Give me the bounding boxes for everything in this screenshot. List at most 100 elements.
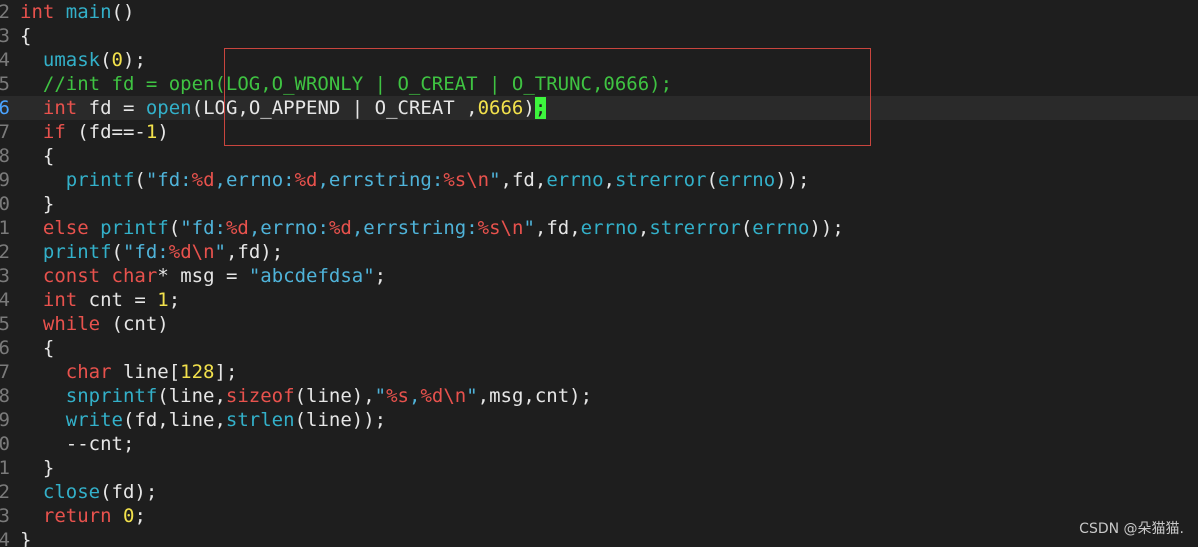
line-number: 4	[0, 529, 10, 547]
code-text[interactable]: while (cnt)	[20, 312, 169, 336]
code-token: if	[42, 121, 66, 143]
code-text[interactable]: char line[128];	[20, 360, 238, 384]
code-token: }	[20, 193, 55, 215]
code-line[interactable]: 2 close(fd);	[0, 480, 1198, 504]
code-token: //int fd = open(LOG,O_WRONLY | O_CREAT |…	[20, 73, 673, 95]
code-line[interactable]: 7 char line[128];	[0, 360, 1198, 384]
code-token: --cnt;	[20, 433, 135, 455]
code-token: int	[20, 1, 55, 23]
code-token: )	[523, 97, 535, 119]
code-token: main	[65, 1, 112, 23]
code-text[interactable]: {	[20, 144, 54, 168]
code-text[interactable]: printf("fd:%d,errno:%d,errstring:%s\n",f…	[20, 168, 810, 192]
line-number: 0	[0, 193, 10, 215]
code-text[interactable]: int cnt = 1;	[20, 288, 180, 312]
code-token: * msg =	[157, 265, 249, 287]
code-text[interactable]: }	[20, 192, 54, 216]
code-token: else	[42, 217, 89, 239]
code-token: printf	[100, 217, 169, 239]
line-number: 7	[0, 361, 10, 383]
line-number: 1	[0, 217, 10, 239]
code-token: (	[706, 169, 718, 191]
code-text[interactable]: return 0;	[20, 504, 146, 528]
code-line[interactable]: 0 --cnt;	[0, 432, 1198, 456]
code-token: %d\n	[168, 241, 215, 263]
code-token: int	[42, 289, 78, 311]
line-number: 5	[0, 313, 10, 335]
code-line[interactable]: 0 }	[0, 192, 1198, 216]
code-token: char	[65, 361, 112, 383]
code-editor[interactable]: 2 int main() 3{4 umask(0); 5 //int fd = ope…	[0, 0, 1198, 547]
code-line[interactable]: 4 int cnt = 1;	[0, 288, 1198, 312]
code-text[interactable]: const char* msg = "abcdefdsa";	[20, 264, 386, 288]
code-text[interactable]: {	[20, 24, 31, 48]
code-token: close	[42, 481, 101, 503]
code-token: (line,	[157, 385, 226, 407]
code-token: snprintf	[65, 385, 158, 407]
code-token: %s\n	[477, 217, 524, 239]
code-token: printf	[42, 241, 112, 263]
code-line[interactable]: 9 printf("fd:%d,errno:%d,errstring:%s\n"…	[0, 168, 1198, 192]
code-line[interactable]: 2 printf("fd:%d\n",fd);	[0, 240, 1198, 264]
code-text[interactable]: int main()	[20, 0, 134, 24]
code-text[interactable]: {	[20, 336, 54, 360]
code-line[interactable]: 9 write(fd,line,strlen(line));	[0, 408, 1198, 432]
code-text[interactable]: }	[20, 528, 31, 547]
code-text[interactable]: printf("fd:%d\n",fd);	[20, 240, 283, 264]
code-token: cnt =	[77, 289, 158, 311]
text-cursor: ;	[534, 97, 547, 119]
code-token: (fd,line,	[122, 409, 226, 431]
code-token: umask	[42, 49, 101, 71]
code-token: fd =	[77, 97, 146, 119]
code-line[interactable]: 8 snprintf(line,sizeof(line),"%s,%d\n",m…	[0, 384, 1198, 408]
code-text[interactable]: if (fd==-1)	[20, 120, 169, 144]
code-token: {	[20, 145, 55, 167]
line-number: 1	[0, 457, 10, 479]
code-line-current[interactable]: 6 int fd = open(LOG,O_APPEND | O_CREAT ,…	[0, 96, 1198, 120]
code-line[interactable]: 2 int main()	[0, 0, 1198, 24]
code-line[interactable]: 1 }	[0, 456, 1198, 480]
code-text[interactable]: write(fd,line,strlen(line));	[20, 408, 386, 432]
code-line[interactable]: 3{	[0, 24, 1198, 48]
code-line[interactable]: 3 const char* msg = "abcdefdsa";	[0, 264, 1198, 288]
code-text[interactable]: else printf("fd:%d,errno:%d,errstring:%s…	[20, 216, 844, 240]
code-text[interactable]: --cnt;	[20, 432, 135, 456]
code-token: 0	[111, 49, 123, 71]
code-token: 0666	[477, 97, 524, 119]
code-line[interactable]: 3 return 0;	[0, 504, 1198, 528]
code-line[interactable]: 4 umask(0);	[0, 48, 1198, 72]
code-token: "fd:	[145, 169, 192, 191]
code-token: errno	[717, 169, 776, 191]
code-token: return	[42, 505, 112, 527]
code-text[interactable]: }	[20, 456, 54, 480]
code-token: %d\n	[420, 385, 467, 407]
code-token: );	[123, 49, 146, 71]
code-token: %d	[191, 169, 215, 191]
code-line[interactable]: 4}	[0, 528, 1198, 547]
code-token: ,fd,	[534, 217, 581, 239]
code-token: ));	[775, 169, 810, 191]
code-line[interactable]: 7 if (fd==-1)	[0, 120, 1198, 144]
code-token: (line),	[294, 385, 375, 407]
code-line[interactable]: 8 {	[0, 144, 1198, 168]
code-text[interactable]: //int fd = open(LOG,O_WRONLY | O_CREAT |…	[20, 72, 672, 96]
code-token: "fd:	[122, 241, 169, 263]
code-text[interactable]: close(fd);	[20, 480, 157, 504]
code-line[interactable]: 6 {	[0, 336, 1198, 360]
code-line[interactable]: 5 while (cnt)	[0, 312, 1198, 336]
code-text[interactable]: int fd = open(LOG,O_APPEND | O_CREAT ,06…	[20, 96, 547, 120]
code-text[interactable]: umask(0);	[20, 48, 146, 72]
code-line[interactable]: 1 else printf("fd:%d,errno:%d,errstring:…	[0, 216, 1198, 240]
code-text[interactable]: snprintf(line,sizeof(line),"%s,%d\n",msg…	[20, 384, 592, 408]
code-token: %s	[386, 385, 409, 407]
code-line[interactable]: 5 //int fd = open(LOG,O_WRONLY | O_CREAT…	[0, 72, 1198, 96]
line-number: 8	[0, 385, 10, 407]
line-number: 4	[0, 289, 10, 311]
line-number: 0	[0, 433, 10, 455]
code-token: "	[214, 241, 226, 263]
